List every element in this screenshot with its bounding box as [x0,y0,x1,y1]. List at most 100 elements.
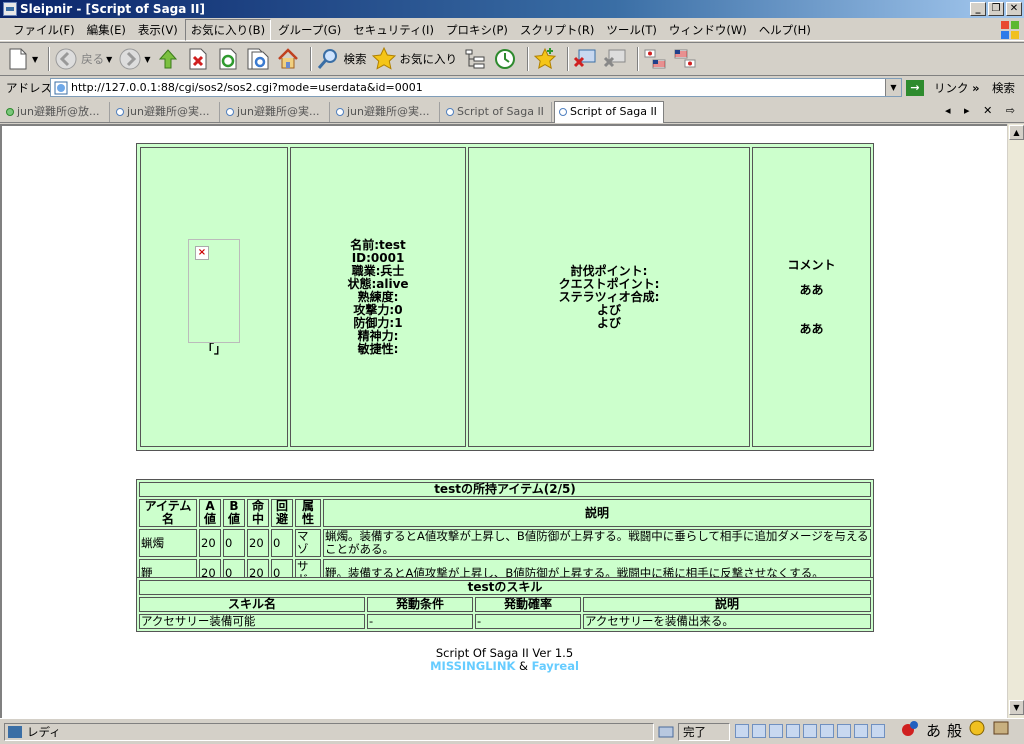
go-button[interactable]: → [906,80,924,96]
skills-header-cond: 発動条件 [367,597,473,612]
menu-group[interactable]: グループ(G) [273,20,346,40]
item-desc: 蝋燭。装備するとA値攻撃が上昇し、B値防御が上昇する。戦闘中に垂らして相手に追加… [323,529,871,557]
menu-edit[interactable]: 編集(E) [82,20,131,40]
skill-desc: アクセサリーを装備出来る。 [583,614,871,629]
menu-security[interactable]: セキュリティ(I) [348,20,439,40]
toolbar-separator [310,47,313,71]
address-dropdown-icon[interactable]: ▼ [885,79,901,96]
back-button[interactable]: 戻る ▼ [54,45,112,73]
menu-script[interactable]: スクリプト(R) [515,20,599,40]
item-hit: 20 [247,529,269,557]
minimize-button[interactable]: _ [970,2,986,16]
menu-proxy[interactable]: プロキシ(P) [441,20,513,40]
tab-jun-1[interactable]: jun避難所@放... [2,102,110,122]
search-toolbar-label[interactable]: 検索 [992,80,1015,96]
tab-controls[interactable]: ◂ ▸ ✕ ⇨ [945,104,1020,117]
status-tool-icon[interactable] [854,724,868,738]
home-icon [276,47,300,71]
skill-name: アクセサリー装備可能 [139,614,365,629]
tab-jun-3[interactable]: jun避難所@実... [222,102,330,122]
status-tool-icon[interactable] [871,724,885,738]
favorites-button[interactable]: お気に入り [372,45,457,73]
status-tool-icon[interactable] [752,724,766,738]
fayreal-link[interactable]: Fayreal [532,659,579,673]
menu-window[interactable]: ウィンドウ(W) [664,20,752,40]
translate-en-ja-button[interactable] [673,45,697,73]
tab-jun-4[interactable]: jun避難所@実... [332,102,440,122]
character-panel: × 「」 名前:test ID:0001 職業:兵士 状態:alive 熟練度:… [136,143,874,451]
chevron-down-icon[interactable]: ▼ [106,55,112,64]
history-clock-icon [493,47,517,71]
stop-button[interactable] [186,45,210,73]
status-tool-icon[interactable] [803,724,817,738]
title-bar: Sleipnir - [Script of Saga II] _ ❐ ✕ [0,0,1024,18]
item-a: 20 [199,529,221,557]
char-spirit: 精神力: [357,328,399,343]
status-tool-icon[interactable] [769,724,783,738]
close-window-button[interactable] [573,45,597,73]
character-stats-cell: 名前:test ID:0001 職業:兵士 状態:alive 熟練度: 攻撃力:… [290,147,466,447]
add-favorite-button[interactable] [533,45,557,73]
windows-logo-icon [1000,20,1020,40]
items-title: testの所持アイテム(2/5) [139,482,871,497]
status-tool-icon[interactable] [820,724,834,738]
ime-icon[interactable] [900,718,920,742]
missinglink-link[interactable]: MISSINGLINK [430,659,515,673]
history-button[interactable] [493,45,517,73]
close-all-button[interactable] [603,45,627,73]
items-header-evade: 回避 [271,499,293,527]
ime-tool-icon[interactable] [968,719,986,741]
scroll-down-icon[interactable]: ▼ [1009,700,1024,715]
translate-ja-en-button[interactable] [643,45,667,73]
char-defense: 防御力:1 [353,315,403,330]
up-button[interactable] [156,45,180,73]
status-done-panel: 完了 [678,723,730,741]
char-job: 職業:兵士 [351,263,405,278]
skills-header-rate: 発動確率 [475,597,581,612]
menu-view[interactable]: 表示(V) [133,20,183,40]
forward-button[interactable]: ▼ [118,45,150,73]
home-button[interactable] [276,45,300,73]
points-cell: 討伐ポイント: クエストポイント: ステラツィオ合成: よび よび [468,147,750,447]
search-label: 検索 [343,52,367,66]
menu-bar: ファイル(F) 編集(E) 表示(V) お気に入り(B) グループ(G) セキュ… [0,18,1024,41]
menu-tools[interactable]: ツール(T) [601,20,662,40]
up-arrow-icon [156,47,180,71]
status-tool-icon[interactable] [837,724,851,738]
add-star-icon [533,47,557,71]
vertical-scrollbar[interactable]: ▲ ▼ [1007,124,1024,718]
menu-file[interactable]: ファイル(F) [8,20,80,40]
menu-help[interactable]: ヘルプ(H) [754,20,816,40]
search-button[interactable]: 検索 [316,45,366,73]
refresh-button[interactable] [216,45,240,73]
ime-hiragana-mode[interactable]: あ [926,720,941,741]
refresh-all-button[interactable] [246,45,270,73]
forward-arrow-icon [118,47,142,71]
scroll-up-icon[interactable]: ▲ [1009,125,1024,140]
skills-header-desc: 説明 [583,597,871,612]
star-icon [372,47,397,71]
skill-cond: - [367,614,473,629]
status-tool-icon[interactable] [735,724,749,738]
tab-sos-1[interactable]: Script of Saga II [442,102,552,122]
ime-general-mode[interactable]: 般 [947,720,962,741]
tab-jun-2[interactable]: jun避難所@実... [112,102,220,122]
menu-favorites[interactable]: お気に入り(B) [184,18,272,41]
address-input[interactable]: http://127.0.0.1:88/cgi/sos2/sos2.cgi?mo… [50,78,902,97]
broken-image-icon: × [195,245,209,260]
chevron-down-icon[interactable]: ▼ [32,55,38,64]
close-button[interactable]: ✕ [1006,2,1022,16]
links-toolbar[interactable]: リンク » [934,80,980,96]
maximize-button[interactable]: ❐ [988,2,1004,16]
ime-help-icon[interactable] [992,719,1010,741]
comment-line-2: ああ [799,321,824,336]
items-header-a: A値 [199,499,221,527]
tree-view-button[interactable] [463,45,487,73]
new-page-button[interactable]: ▼ [6,45,38,73]
address-url: http://127.0.0.1:88/cgi/sos2/sos2.cgi?mo… [71,81,423,94]
chevron-down-icon[interactable]: ▼ [144,55,150,64]
status-tool-icon[interactable] [786,724,800,738]
tab-sos-2-active[interactable]: Script of Saga II [554,101,664,123]
char-id: ID:0001 [351,250,405,265]
comment-label: コメント [787,257,836,272]
